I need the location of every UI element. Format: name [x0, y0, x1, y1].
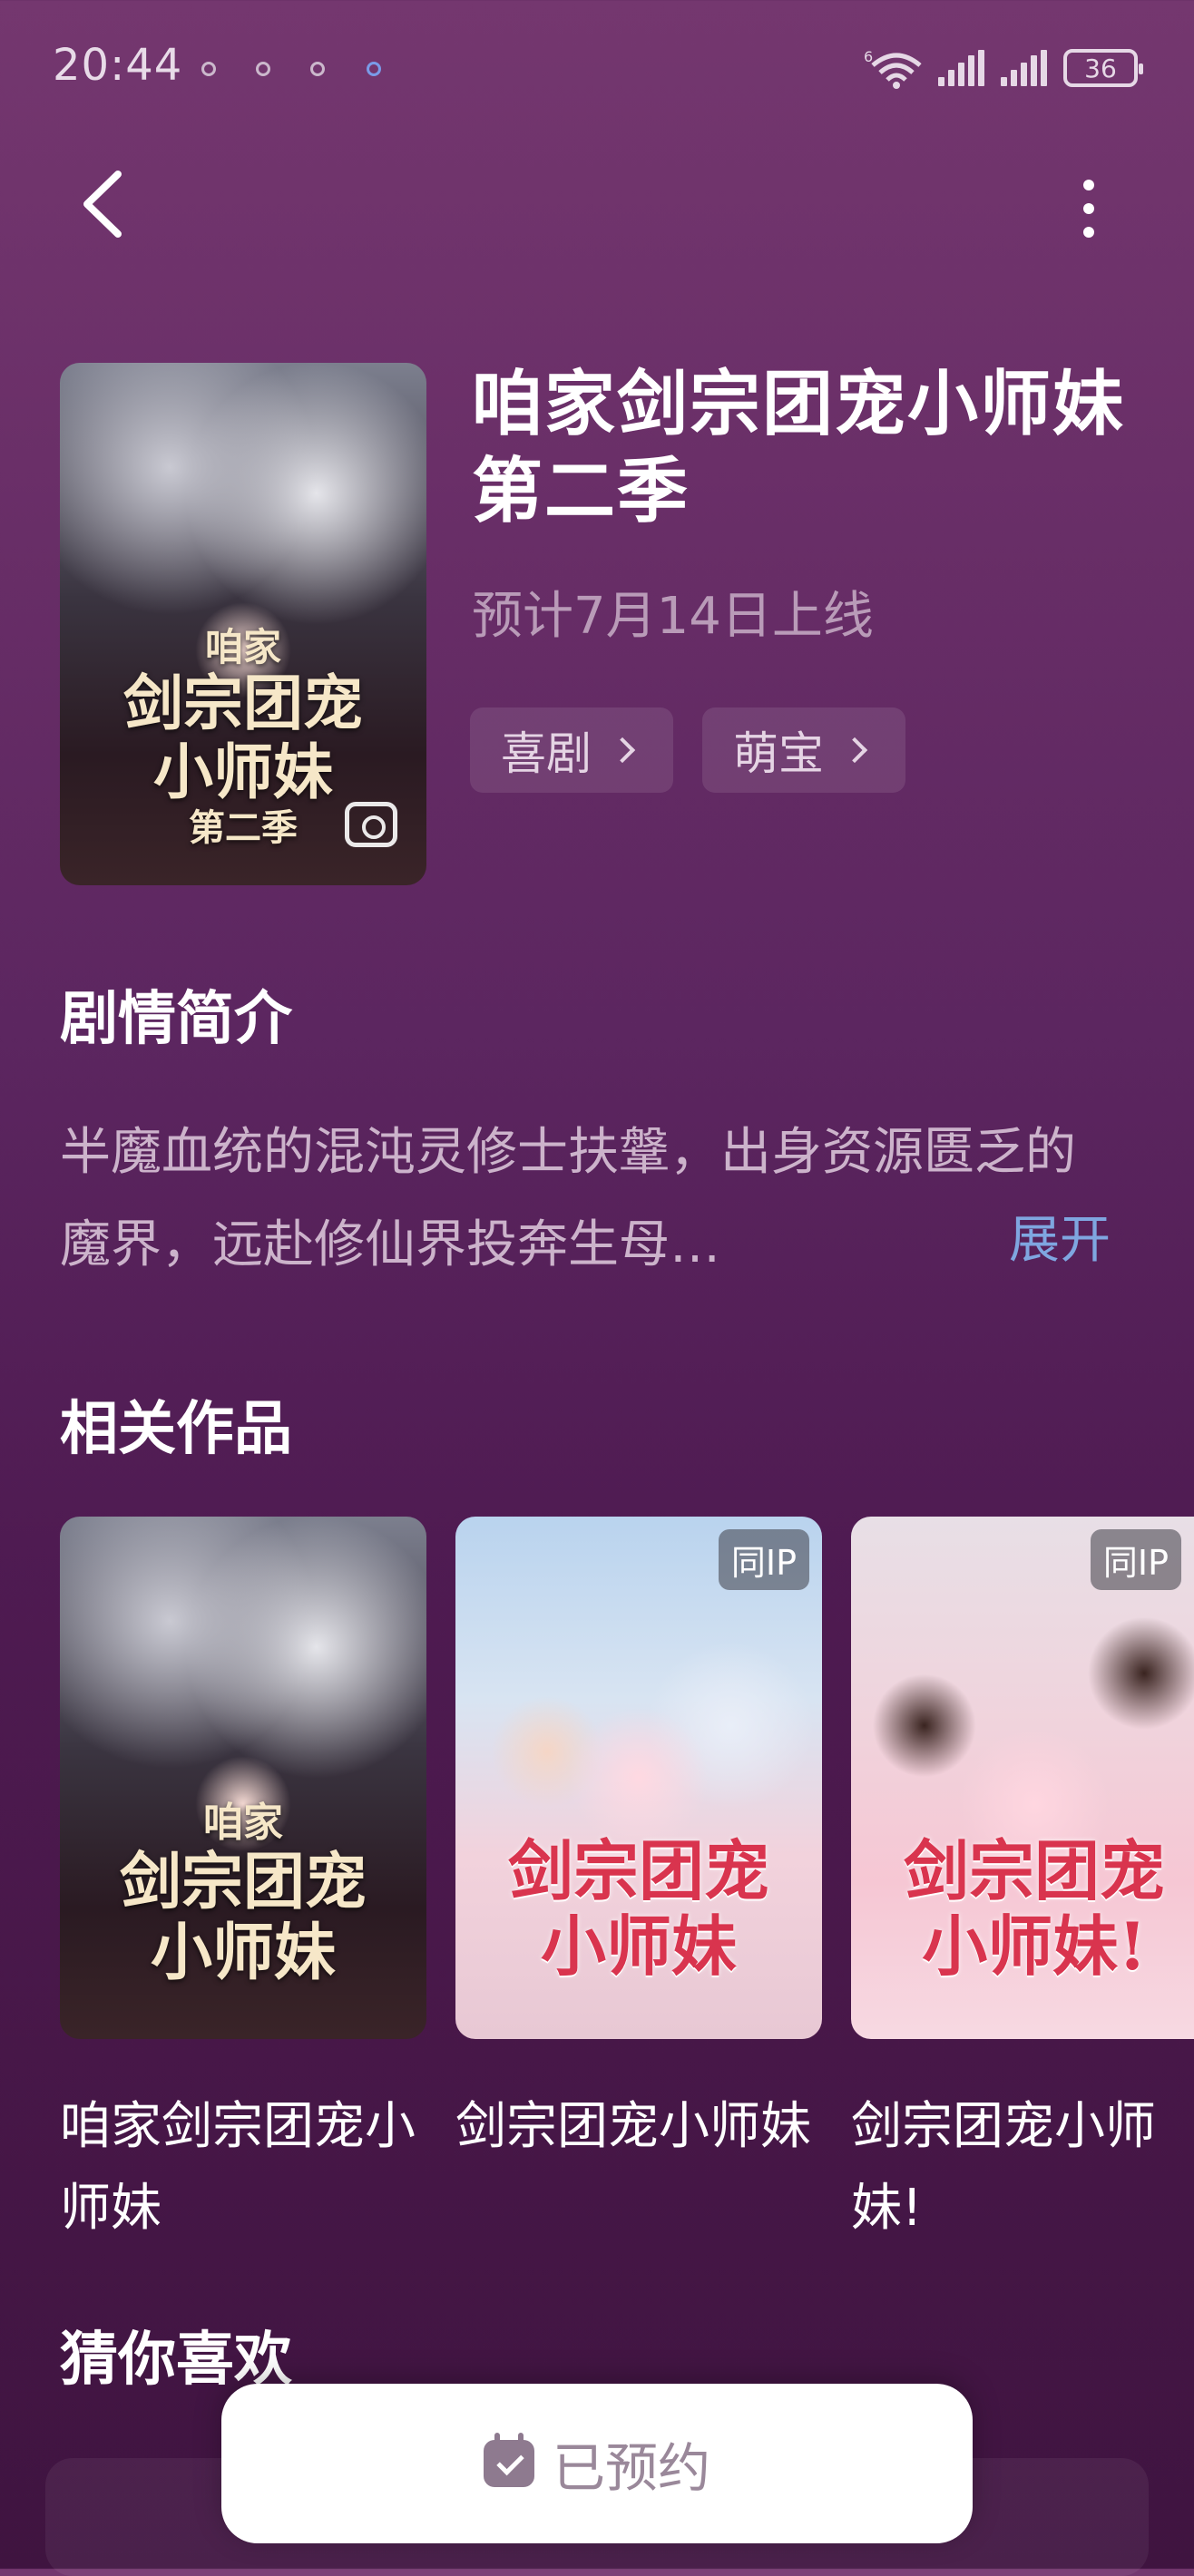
- tag-label: 喜剧: [501, 727, 592, 780]
- cover-artwork: 咱家 剑宗团宠 小师妹: [60, 1517, 426, 2039]
- notification-icon: [367, 62, 381, 76]
- notification-icon: [201, 62, 216, 76]
- battery-icon: 36: [1063, 49, 1143, 87]
- related-title-2[interactable]: 剑宗团宠小师妹: [455, 2086, 822, 2168]
- same-ip-badge: 同IP: [1090, 1529, 1181, 1590]
- notification-icon: [256, 62, 270, 76]
- cover-title-art: 剑宗团宠 小师妹!: [903, 1832, 1165, 1986]
- camera-icon[interactable]: [345, 802, 397, 847]
- svg-text:6: 6: [864, 48, 873, 65]
- show-cover[interactable]: 咱家 剑宗团宠 小师妹 第二季: [60, 363, 426, 885]
- more-options-button[interactable]: [1062, 172, 1116, 245]
- tag-label: 萌宝: [733, 727, 824, 780]
- related-title-3[interactable]: 剑宗团宠小师妹!: [851, 2086, 1187, 2249]
- reserved-button[interactable]: 已预约: [221, 2384, 973, 2543]
- signal-icon: [938, 50, 984, 86]
- status-time: 20:44: [53, 40, 183, 91]
- signal-icon: [1001, 50, 1047, 86]
- reserved-button-label: 已预约: [552, 2437, 710, 2499]
- release-date: 预计7月14日上线: [472, 587, 874, 646]
- cover-artwork: 咱家 剑宗团宠 小师妹 第二季: [60, 363, 426, 885]
- back-button[interactable]: [73, 163, 136, 245]
- calendar-check-icon: [483, 2433, 534, 2487]
- synopsis-heading: 剧情简介: [60, 986, 292, 1053]
- expand-button[interactable]: 展开: [1009, 1199, 1111, 1273]
- related-cover-3[interactable]: 剑宗团宠 小师妹! 同IP: [851, 1517, 1194, 2039]
- status-icons: 6 36: [864, 47, 1143, 89]
- same-ip-badge: 同IP: [718, 1529, 809, 1590]
- cover-artwork: 剑宗团宠 小师妹! 同IP: [851, 1517, 1194, 2039]
- cover-artwork: 剑宗团宠 小师妹 同IP: [455, 1517, 822, 2039]
- tag-cute-baby[interactable]: 萌宝: [702, 707, 905, 793]
- battery-level: 36: [1084, 53, 1117, 83]
- cover-title-art: 咱家 剑宗团宠 小师妹: [119, 1800, 367, 1989]
- show-title: 咱家剑宗团宠小师妹第二季: [472, 364, 1126, 532]
- cover-title-art: 剑宗团宠 小师妹: [507, 1832, 769, 1986]
- related-cover-2[interactable]: 剑宗团宠 小师妹 同IP: [455, 1517, 822, 2039]
- related-title-1[interactable]: 咱家剑宗团宠小师妹: [60, 2086, 426, 2249]
- chevron-right-icon: [841, 737, 868, 764]
- chevron-right-icon: [609, 737, 636, 764]
- related-heading: 相关作品: [60, 1396, 292, 1463]
- tag-comedy[interactable]: 喜剧: [470, 707, 673, 793]
- wifi-icon: 6: [864, 48, 922, 89]
- synopsis-text: 半魔血统的混沌灵修士扶鞶，出身资源匮乏的魔界，远赴修仙界投奔生母…: [60, 1123, 1076, 1274]
- related-cover-1[interactable]: 咱家 剑宗团宠 小师妹: [60, 1517, 426, 2039]
- chevron-left-icon: [83, 171, 122, 238]
- notification-icon: [310, 62, 325, 76]
- more-vertical-icon: [1083, 180, 1094, 238]
